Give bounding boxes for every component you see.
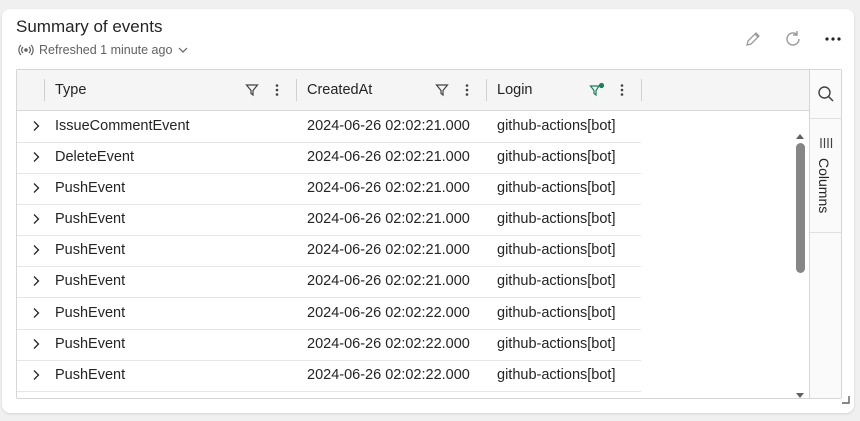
chevron-right-icon[interactable] xyxy=(29,243,43,257)
cell-type: DeleteEvent xyxy=(55,149,134,165)
columns-panel-toggle[interactable]: Columns xyxy=(810,118,841,233)
table-row[interactable]: PushEvent 2024-06-26 02:02:22.000 github… xyxy=(17,329,641,361)
refresh-status[interactable]: Refreshed 1 minute ago xyxy=(18,43,189,57)
table-row[interactable]: DeleteEvent 2024-06-26 02:02:21.000 gith… xyxy=(17,142,641,174)
cell-createdat: 2024-06-26 02:02:21.000 xyxy=(307,211,470,227)
columns-label: Columns xyxy=(816,158,832,214)
scrollbar-thumb[interactable] xyxy=(796,143,805,273)
cell-login: github-actions[bot] xyxy=(497,305,616,321)
chevron-right-icon[interactable] xyxy=(29,119,43,133)
chevron-right-icon[interactable] xyxy=(29,212,43,226)
grid-header: Type CreatedAt Login xyxy=(17,70,809,111)
grid-main: Type CreatedAt Login IssueCommentEvent 2… xyxy=(17,70,809,398)
grid-side-panel: Columns xyxy=(809,70,841,398)
edit-icon[interactable] xyxy=(740,27,766,51)
table-row[interactable]: IssueCommentEvent 2024-06-26 02:02:21.00… xyxy=(17,111,641,143)
resize-handle-icon[interactable] xyxy=(840,391,850,409)
column-menu-icon[interactable] xyxy=(614,82,630,98)
cell-createdat: 2024-06-26 02:02:21.000 xyxy=(307,273,470,289)
cell-type: IssueCommentEvent xyxy=(55,118,190,134)
column-menu-icon[interactable] xyxy=(269,82,285,98)
chevron-right-icon[interactable] xyxy=(29,150,43,164)
cell-login: github-actions[bot] xyxy=(497,211,616,227)
cell-createdat: 2024-06-26 02:02:22.000 xyxy=(307,305,470,321)
cell-type: PushEvent xyxy=(55,180,126,196)
column-header-createdat[interactable]: CreatedAt xyxy=(307,70,372,110)
refresh-status-text: Refreshed 1 minute ago xyxy=(39,43,173,57)
chevron-right-icon[interactable] xyxy=(29,337,43,351)
cell-type: PushEvent xyxy=(55,211,126,227)
refresh-icon[interactable] xyxy=(780,27,806,51)
cell-type: PushEvent xyxy=(55,305,126,321)
cell-createdat: 2024-06-26 02:02:22.000 xyxy=(307,367,470,383)
cell-login: github-actions[bot] xyxy=(497,180,616,196)
columns-icon xyxy=(819,136,833,154)
scroll-down-arrow-icon[interactable] xyxy=(795,387,805,398)
cell-createdat: 2024-06-26 02:02:22.000 xyxy=(307,336,470,352)
chevron-right-icon[interactable] xyxy=(29,274,43,288)
table-row[interactable]: PushEvent 2024-06-26 02:02:21.000 github… xyxy=(17,266,641,298)
filter-icon[interactable] xyxy=(244,82,260,98)
table-row[interactable]: PushEvent 2024-06-26 02:02:21.000 github… xyxy=(17,235,641,267)
cell-login: github-actions[bot] xyxy=(497,336,616,352)
cell-createdat: 2024-06-26 02:02:21.000 xyxy=(307,149,470,165)
widget-card: Summary of events Refreshed 1 minute ago xyxy=(2,9,854,413)
live-broadcast-icon xyxy=(18,43,34,57)
data-grid: Type CreatedAt Login IssueCommentEvent 2… xyxy=(16,69,842,399)
column-header-login[interactable]: Login xyxy=(497,70,532,110)
header-separator[interactable] xyxy=(486,79,487,101)
table-row[interactable]: PushEvent 2024-06-26 02:02:22.000 github… xyxy=(17,360,641,392)
cell-createdat: 2024-06-26 02:02:21.000 xyxy=(307,180,470,196)
filter-icon[interactable] xyxy=(434,82,450,98)
cell-login: github-actions[bot] xyxy=(497,273,616,289)
vertical-scrollbar[interactable] xyxy=(793,125,807,398)
cell-login: github-actions[bot] xyxy=(497,367,616,383)
search-icon[interactable] xyxy=(810,70,841,119)
table-row[interactable]: PushEvent 2024-06-26 02:02:21.000 github… xyxy=(17,173,641,205)
cell-login: github-actions[bot] xyxy=(497,242,616,258)
cell-createdat: 2024-06-26 02:02:21.000 xyxy=(307,118,470,134)
cell-login: github-actions[bot] xyxy=(497,149,616,165)
cell-type: PushEvent xyxy=(55,336,126,352)
filter-active-icon[interactable] xyxy=(589,82,605,98)
cell-createdat: 2024-06-26 02:02:21.000 xyxy=(307,242,470,258)
cell-type: PushEvent xyxy=(55,242,126,258)
chevron-right-icon[interactable] xyxy=(29,368,43,382)
header-separator[interactable] xyxy=(641,79,642,101)
widget-toolbar xyxy=(740,27,846,51)
chevron-right-icon[interactable] xyxy=(29,306,43,320)
cell-type: PushEvent xyxy=(55,367,126,383)
table-row[interactable]: PushEvent 2024-06-26 02:02:22.000 github… xyxy=(17,298,641,330)
header-separator[interactable] xyxy=(44,79,45,101)
widget-title: Summary of events xyxy=(16,17,163,36)
header-separator[interactable] xyxy=(296,79,297,101)
chevron-right-icon[interactable] xyxy=(29,181,43,195)
column-header-type[interactable]: Type xyxy=(55,70,86,110)
more-icon[interactable] xyxy=(820,27,846,51)
cell-login: github-actions[bot] xyxy=(497,118,616,134)
column-menu-icon[interactable] xyxy=(459,82,475,98)
table-row[interactable]: PushEvent 2024-06-26 02:02:21.000 github… xyxy=(17,204,641,236)
cell-type: PushEvent xyxy=(55,273,126,289)
chevron-down-icon[interactable] xyxy=(177,45,189,55)
